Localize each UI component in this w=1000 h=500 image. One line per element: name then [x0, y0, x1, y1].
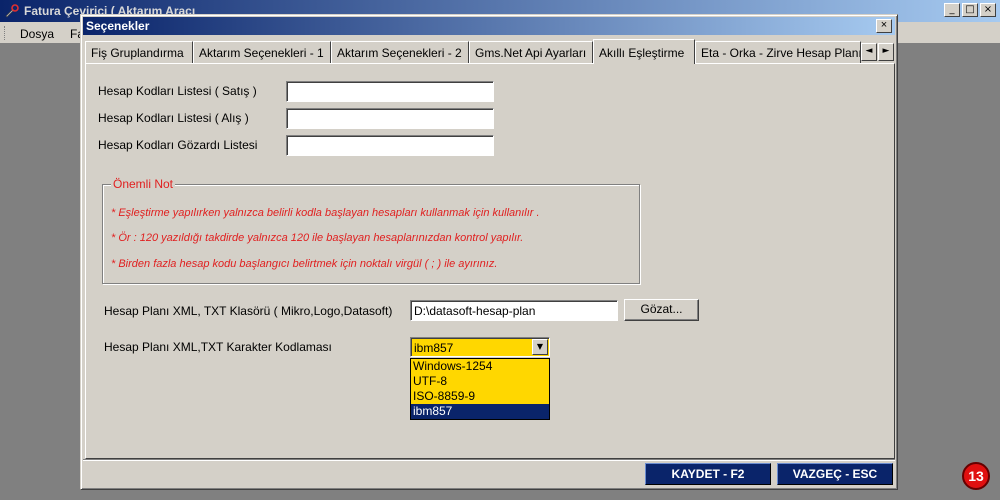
menu-grip	[4, 26, 7, 40]
notification-badge[interactable]: 13	[962, 462, 990, 490]
purchase-codes-label: Hesap Kodları Listesi ( Alış )	[98, 111, 249, 125]
tab-aktarim-secenekleri-2[interactable]: Aktarım Seçenekleri - 2	[331, 41, 469, 63]
tab-gms-api-ayarlari[interactable]: Gms.Net Api Ayarları	[469, 41, 593, 63]
dialog-title: Seçenekler	[86, 19, 150, 33]
note-line-3: * Birden fazla hesap kodu başlangıcı bel…	[111, 258, 498, 270]
encoding-dropdown-list: Windows-1254 UTF-8 ISO-8859-9 ibm857	[410, 358, 550, 420]
sales-codes-input[interactable]	[286, 81, 494, 102]
tab-fis-gruplandirma[interactable]: Fiş Gruplandırma	[85, 41, 193, 63]
tab-scroll-left-icon[interactable]: ◄	[861, 43, 877, 61]
note-line-1: * Eşleştirme yapılırken yalnızca belirli…	[111, 207, 540, 219]
menu-item-dosya[interactable]: Dosya	[20, 27, 54, 41]
dialog-close-button[interactable]: ×	[876, 19, 892, 33]
encoding-option-iso-8859-9[interactable]: ISO-8859-9	[411, 389, 549, 404]
encoding-label: Hesap Planı XML,TXT Karakter Kodlaması	[104, 340, 332, 354]
encoding-select[interactable]: ibm857 ▼	[410, 337, 550, 357]
tab-eta-orka-zirve[interactable]: Eta - Orka - Zirve Hesap Planı	[695, 41, 861, 63]
important-note-title: Önemli Not	[111, 177, 176, 191]
sales-codes-label: Hesap Kodları Listesi ( Satış )	[98, 84, 257, 98]
browse-button[interactable]: Gözat...	[624, 299, 699, 321]
purchase-codes-input[interactable]	[286, 108, 494, 129]
folder-path-input[interactable]	[410, 300, 618, 321]
tools-icon	[5, 4, 19, 18]
maximize-button[interactable]: □	[962, 3, 978, 17]
folder-label: Hesap Planı XML, TXT Klasörü ( Mikro,Log…	[104, 304, 393, 318]
important-note-group: Önemli Not * Eşleştirme yapılırken yalnı…	[102, 177, 640, 284]
tab-panel-akilli-eslestirme: Hesap Kodları Listesi ( Satış ) Hesap Ko…	[85, 63, 895, 459]
cancel-button[interactable]: VAZGEÇ - ESC	[777, 463, 893, 485]
options-dialog: Seçenekler × Fiş Gruplandırma Aktarım Se…	[80, 14, 898, 490]
ignore-codes-input[interactable]	[286, 135, 494, 156]
minimize-button[interactable]: _	[944, 3, 960, 17]
tab-aktarim-secenekleri-1[interactable]: Aktarım Seçenekleri - 1	[193, 41, 331, 63]
app-close-button[interactable]: ×	[980, 3, 996, 17]
ignore-codes-label: Hesap Kodları Gözardı Listesi	[98, 138, 258, 152]
dialog-button-bar	[83, 459, 895, 489]
save-button[interactable]: KAYDET - F2	[645, 463, 771, 485]
encoding-option-ibm857[interactable]: ibm857	[411, 404, 549, 419]
chevron-down-icon[interactable]: ▼	[532, 339, 548, 355]
encoding-selected-value: ibm857	[414, 341, 454, 355]
encoding-option-utf-8[interactable]: UTF-8	[411, 374, 549, 389]
tab-strip: Fiş Gruplandırma Aktarım Seçenekleri - 1…	[85, 39, 895, 64]
tab-scroll-right-icon[interactable]: ►	[878, 43, 894, 61]
dialog-titlebar: Seçenekler ×	[83, 17, 895, 35]
tab-akilli-eslestirme[interactable]: Akıllı Eşleştirme	[593, 39, 695, 64]
encoding-option-windows-1254[interactable]: Windows-1254	[411, 359, 549, 374]
note-line-2: * Ör : 120 yazıldığı takdirde yalnızca 1…	[111, 232, 524, 244]
